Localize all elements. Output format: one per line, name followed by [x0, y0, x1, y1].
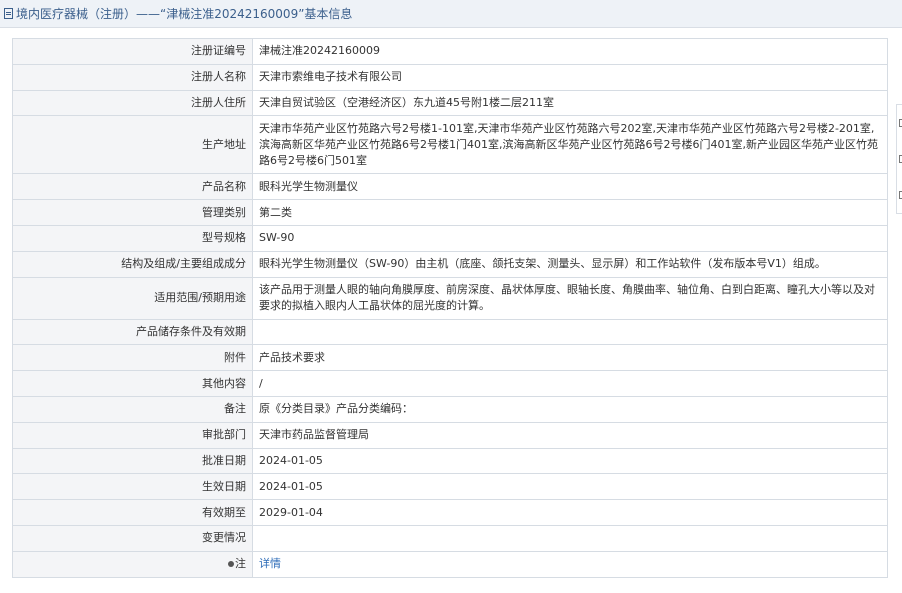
table-row: 产品储存条件及有效期 — [12, 318, 888, 346]
row-value: 天津市索维电子技术有限公司 — [252, 63, 888, 91]
row-label: 注册人名称 — [12, 63, 253, 91]
row-value: 第二类 — [252, 199, 888, 226]
row-value: / — [252, 370, 888, 397]
table-row: 注册人住所 天津自贸试验区（空港经济区）东九道45号附1楼二层211室 — [12, 89, 888, 117]
row-value: 详情 — [252, 550, 888, 578]
table-row: 注册人名称 天津市索维电子技术有限公司 — [12, 63, 888, 91]
row-label: 注册证编号 — [12, 38, 253, 65]
row-value: 产品技术要求 — [252, 344, 888, 372]
row-value: 津械注准20242160009 — [252, 38, 888, 65]
row-value: 天津市药品监督管理局 — [252, 421, 888, 449]
table-row: 备注 原《分类目录》产品分类编码： — [12, 395, 888, 423]
row-label: 结构及组成/主要组成成分 — [12, 250, 253, 278]
page-title: 境内医疗器械（注册）——“津械注准20242160009”基本信息 — [16, 7, 353, 21]
table-row: 生效日期 2024-01-05 — [12, 473, 888, 501]
table-row: 审批部门 天津市药品监督管理局 — [12, 421, 888, 449]
table-row: 批准日期 2024-01-05 — [12, 447, 888, 475]
row-label: 产品名称 — [12, 173, 253, 201]
row-value: 天津自贸试验区（空港经济区）东九道45号附1楼二层211室 — [252, 89, 888, 117]
note-label-cell: 注 — [12, 550, 253, 578]
table-row: 生产地址 天津市华苑产业区竹苑路六号2号楼1-101室,天津市华苑产业区竹苑路六… — [12, 115, 888, 175]
row-value: 2029-01-04 — [252, 499, 888, 526]
table-row: 结构及组成/主要组成成分 眼科光学生物测量仪（SW-90）由主机（底座、颌托支架… — [12, 250, 888, 278]
row-value — [252, 318, 888, 346]
row-label: 审批部门 — [12, 421, 253, 449]
row-value: 眼科光学生物测量仪 — [252, 173, 888, 201]
row-value: 眼科光学生物测量仪（SW-90）由主机（底座、颌托支架、测量头、显示屏）和工作站… — [252, 250, 888, 278]
row-label: 变更情况 — [12, 524, 253, 552]
page-title-bar: 境内医疗器械（注册）——“津械注准20242160009”基本信息 — [0, 0, 902, 28]
details-link[interactable]: 详情 — [259, 557, 281, 570]
row-value: 2024-01-05 — [252, 447, 888, 475]
document-icon — [4, 8, 13, 19]
table-row: 管理类别 第二类 — [12, 199, 888, 226]
row-label: 生效日期 — [12, 473, 253, 501]
side-toolbar — [896, 104, 902, 214]
table-row: 其他内容 / — [12, 370, 888, 397]
table-row: 附件 产品技术要求 — [12, 344, 888, 372]
table-row: 有效期至 2029-01-04 — [12, 499, 888, 526]
table-row: 变更情况 — [12, 524, 888, 552]
row-value: 天津市华苑产业区竹苑路六号2号楼1-101室,天津市华苑产业区竹苑路六号202室… — [252, 115, 888, 175]
row-label: 产品储存条件及有效期 — [12, 318, 253, 346]
row-label: 适用范围/预期用途 — [12, 276, 253, 320]
row-value: 该产品用于测量人眼的轴向角膜厚度、前房深度、晶状体厚度、眼轴长度、角膜曲率、轴位… — [252, 276, 888, 320]
row-value: 原《分类目录》产品分类编码： — [252, 395, 888, 423]
row-value — [252, 524, 888, 552]
row-label: 型号规格 — [12, 224, 253, 252]
table-row: 型号规格 SW-90 — [12, 224, 888, 252]
row-label: 管理类别 — [12, 199, 253, 226]
row-label: 注 — [235, 557, 246, 571]
table-row: 注册证编号 津械注准20242160009 — [12, 38, 888, 65]
row-value: 2024-01-05 — [252, 473, 888, 501]
row-label: 注册人住所 — [12, 89, 253, 117]
table-row: 产品名称 眼科光学生物测量仪 — [12, 173, 888, 201]
row-label: 有效期至 — [12, 499, 253, 526]
row-label: 其他内容 — [12, 370, 253, 397]
row-label: 生产地址 — [12, 115, 253, 175]
pin-icon — [228, 561, 234, 568]
table-row: 适用范围/预期用途 该产品用于测量人眼的轴向角膜厚度、前房深度、晶状体厚度、眼轴… — [12, 276, 888, 320]
row-label: 备注 — [12, 395, 253, 423]
detail-table: 注册证编号 津械注准20242160009 注册人名称 天津市索维电子技术有限公… — [12, 38, 888, 578]
table-row: 注 详情 — [12, 550, 888, 578]
row-label: 附件 — [12, 344, 253, 372]
row-label: 批准日期 — [12, 447, 253, 475]
row-value: SW-90 — [252, 224, 888, 252]
